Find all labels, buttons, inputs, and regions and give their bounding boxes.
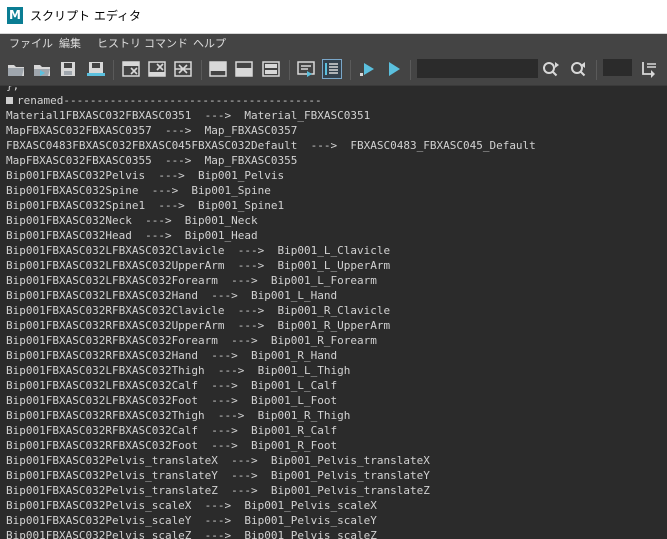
clear-input-icon[interactable] (147, 59, 167, 79)
console-line: Bip001FBXASC032RFBXASC032Calf ---> Bip00… (6, 424, 338, 437)
console-line: Bip001FBXASC032Pelvis_scaleX ---> Bip001… (6, 499, 377, 512)
maya-logo-icon: M (7, 7, 23, 24)
console-line: Bip001FBXASC032Spine1 ---> Bip001_Spine1 (6, 199, 285, 212)
title-bar: M スクリプト エディタ (0, 0, 667, 34)
console-line: Bip001FBXASC032RFBXASC032Foot ---> Bip00… (6, 439, 338, 452)
goto-line-input[interactable] (603, 59, 632, 76)
console-line: Material1FBXASC032FBXASC0351 ---> Materi… (6, 109, 371, 122)
console-line: Bip001FBXASC032RFBXASC032UpperArm ---> B… (6, 319, 391, 332)
menu-help[interactable]: ヘルプ (193, 37, 226, 51)
console-line: Bip001FBXASC032Pelvis ---> Bip001_Pelvis (6, 169, 285, 182)
console-line: Bip001FBXASC032Pelvis_translateX ---> Bi… (6, 454, 430, 467)
goto-line-icon[interactable] (639, 59, 659, 79)
console-line: Bip001FBXASC032Pelvis_scaleZ ---> Bip001… (6, 529, 377, 539)
clear-all-icon[interactable] (173, 59, 193, 79)
console-line: Bip001FBXASC032LFBXASC032Thigh ---> Bip0… (6, 364, 351, 377)
console-line: Bip001FBXASC032Head ---> Bip001_Head (6, 229, 258, 242)
show-input-only-icon[interactable] (234, 59, 254, 79)
toolbar-separator (410, 60, 411, 80)
console-line: Bip001FBXASC032LFBXASC032UpperArm ---> B… (6, 259, 391, 272)
save-to-shelf-icon[interactable] (86, 59, 106, 79)
source-script-icon[interactable] (32, 59, 52, 79)
search-previous-icon[interactable] (568, 59, 588, 79)
console-line: MapFBXASC032FBXASC0355 ---> Map_FBXASC03… (6, 154, 298, 167)
show-line-numbers-icon[interactable] (322, 59, 342, 79)
toolbar-separator (201, 60, 202, 80)
toolbar-separator (350, 60, 351, 80)
console-line: Bip001FBXASC032RFBXASC032Forearm ---> Bi… (6, 334, 377, 347)
clear-history-icon[interactable] (121, 59, 141, 79)
show-both-icon[interactable] (261, 59, 281, 79)
console-line: Bip001FBXASC032Pelvis_scaleY ---> Bip001… (6, 514, 377, 527)
console-line: Bip001FBXASC032Pelvis_translateZ ---> Bi… (6, 484, 430, 497)
history-output[interactable]: }; renamed------------------------------… (0, 86, 667, 539)
menu-edit[interactable]: 編集 (59, 37, 81, 51)
echo-all-commands-icon[interactable] (296, 59, 316, 79)
console-line: Bip001FBXASC032RFBXASC032Clavicle ---> B… (6, 304, 391, 317)
console-line: Bip001FBXASC032Pelvis_translateY ---> Bi… (6, 469, 430, 482)
console-line: Bip001FBXASC032Spine ---> Bip001_Spine (6, 184, 271, 197)
console-line: MapFBXASC032FBXASC0357 ---> Map_FBXASC03… (6, 124, 298, 137)
open-script-icon[interactable] (6, 59, 26, 79)
console-line: Bip001FBXASC032Neck ---> Bip001_Neck (6, 214, 258, 227)
menu-history[interactable]: ヒストリ (97, 37, 141, 51)
console-line: Bip001FBXASC032RFBXASC032Hand ---> Bip00… (6, 349, 338, 362)
menu-file[interactable]: ファイル (9, 37, 53, 51)
console-line: Bip001FBXASC032RFBXASC032Thigh ---> Bip0… (6, 409, 351, 422)
console-line: FBXASC0483FBXASC032FBXASC045FBXASC032Def… (6, 139, 536, 152)
console-line: Bip001FBXASC032LFBXASC032Clavicle ---> B… (6, 244, 391, 257)
menu-bar: ファイル 編集 ヒストリ コマンド ヘルプ (0, 34, 667, 54)
toolbar-separator (113, 60, 114, 80)
console-line: Bip001FBXASC032LFBXASC032Forearm ---> Bi… (6, 274, 377, 287)
execute-all-icon[interactable] (384, 59, 404, 79)
section-header: renamed---------------------------------… (6, 93, 322, 108)
search-next-icon[interactable] (541, 59, 561, 79)
menu-command[interactable]: コマンド (144, 37, 188, 51)
toolbar-separator (289, 60, 290, 80)
show-history-only-icon[interactable] (208, 59, 228, 79)
window-title: スクリプト エディタ (30, 9, 141, 23)
section-header-text: renamed---------------------------------… (17, 94, 322, 107)
console-line: Bip001FBXASC032LFBXASC032Foot ---> Bip00… (6, 394, 338, 407)
bullet-icon (6, 97, 13, 104)
search-input[interactable] (417, 59, 538, 78)
console-line: }; (6, 86, 19, 93)
toolbar (0, 54, 667, 86)
console-line: Bip001FBXASC032LFBXASC032Calf ---> Bip00… (6, 379, 338, 392)
toolbar-separator (596, 60, 597, 80)
console-line: Bip001FBXASC032LFBXASC032Hand ---> Bip00… (6, 289, 338, 302)
save-script-icon[interactable] (58, 59, 78, 79)
execute-selected-icon[interactable] (358, 59, 378, 79)
